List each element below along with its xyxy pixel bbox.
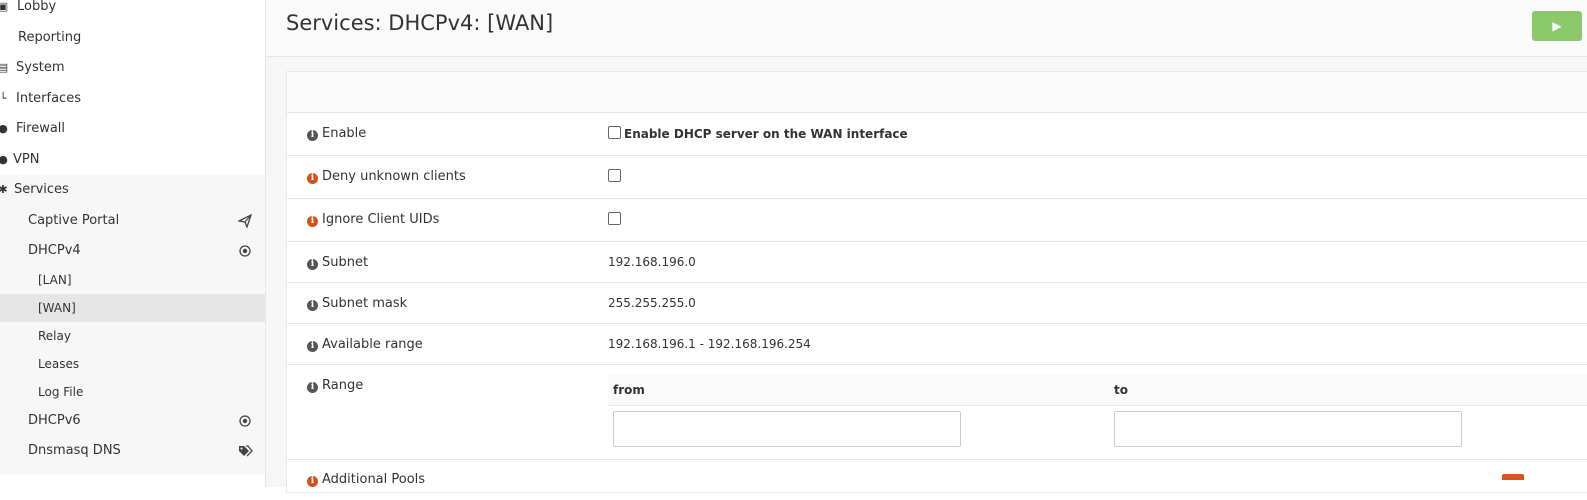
card-header [287, 72, 1587, 113]
sidebar-item-dhcpv4[interactable]: DHCPv4 [0, 236, 265, 266]
sidebar-subitem-leases[interactable]: Leases [0, 350, 265, 378]
sidebar-subitem-lan[interactable]: [LAN] [0, 266, 265, 294]
apply-button[interactable]: ▶ [1532, 11, 1582, 41]
info-icon[interactable]: i [307, 130, 318, 141]
sidebar-subitem-log-file[interactable]: Log File [0, 378, 265, 406]
row-additional-pools: i Additional Pools [287, 460, 1587, 500]
sidebar-item-vpn[interactable]: ● VPN [0, 145, 265, 175]
ignore-uids-checkbox[interactable] [608, 212, 621, 225]
sidebar-item-dnsmasq-dns[interactable]: Dnsmasq DNS [0, 436, 265, 466]
info-icon[interactable]: i [307, 476, 318, 487]
sidebar-item-reporting[interactable]: Reporting [0, 23, 265, 53]
subnet-mask-value: 255.255.255.0 [608, 296, 696, 310]
services-group: ✱ Services Captive Portal DHCPv4 [LAN] [… [0, 175, 265, 475]
sidebar-item-firewall[interactable]: ● Firewall [0, 114, 265, 144]
range-to-input[interactable] [1114, 411, 1462, 447]
main-content: i Enable Enable DHCP server on the WAN in… [266, 57, 1587, 493]
sidebar-item-dhcpv6[interactable]: DHCPv6 [0, 406, 265, 436]
play-icon: ▶ [1552, 19, 1562, 33]
laptop-icon: ▣ [0, 0, 9, 13]
enable-checkbox[interactable] [608, 126, 621, 139]
info-icon[interactable]: i [307, 216, 318, 227]
sidebar: ▣ Lobby Reporting ▤ System └ Interfaces … [0, 0, 266, 487]
page-title: Services: DHCPv4: [WAN] [286, 11, 554, 35]
paper-plane-icon [236, 206, 253, 240]
range-to-label: to [1114, 383, 1128, 397]
bullseye-icon [237, 236, 253, 269]
subnet-value: 192.168.196.0 [608, 255, 696, 269]
info-icon[interactable]: i [307, 259, 318, 270]
add-pool-button[interactable] [1502, 474, 1524, 480]
range-from-input[interactable] [613, 411, 961, 447]
bullseye-icon [237, 406, 253, 439]
range-header: from to [608, 375, 1587, 406]
globe-icon: ● [0, 153, 8, 166]
sidebar-item-services[interactable]: ✱ Services [0, 175, 265, 205]
available-range-value: 192.168.196.1 - 192.168.196.254 [608, 337, 811, 351]
range-from-label: from [613, 383, 645, 397]
server-icon: ▤ [0, 61, 9, 74]
row-available-range: i Available range 192.168.196.1 - 192.168… [287, 324, 1587, 365]
settings-card: i Enable Enable DHCP server on the WAN in… [286, 71, 1587, 493]
sitemap-icon: └ [0, 92, 7, 105]
enable-checkbox-label: Enable DHCP server on the WAN interface [624, 127, 908, 141]
row-enable: i Enable Enable DHCP server on the WAN in… [287, 113, 1587, 156]
gears-icon: ✱ [0, 183, 8, 196]
page-header: Services: DHCPv4: [WAN] ▶ [266, 0, 1587, 57]
sidebar-item-interfaces[interactable]: └ Interfaces [0, 84, 265, 114]
row-ignore-client-uids: i Ignore Client UIDs [287, 199, 1587, 242]
fire-icon: ● [0, 122, 8, 135]
info-icon[interactable]: i [307, 382, 318, 393]
sidebar-item-system[interactable]: ▤ System [0, 53, 265, 83]
row-subnet-mask: i Subnet mask 255.255.255.0 [287, 283, 1587, 324]
row-deny-unknown-clients: i Deny unknown clients [287, 156, 1587, 199]
info-icon[interactable]: i [307, 341, 318, 352]
tags-icon [237, 436, 253, 469]
sidebar-item-captive-portal[interactable]: Captive Portal [0, 206, 265, 236]
row-range: i Range from to [287, 365, 1587, 460]
sidebar-subitem-wan[interactable]: [WAN] [0, 294, 265, 322]
sidebar-item-lobby[interactable]: ▣ Lobby [0, 0, 265, 22]
row-subnet: i Subnet 192.168.196.0 [287, 242, 1587, 283]
info-icon[interactable]: i [307, 300, 318, 311]
sidebar-subitem-relay[interactable]: Relay [0, 322, 265, 350]
deny-unknown-checkbox[interactable] [608, 169, 621, 182]
info-icon[interactable]: i [307, 173, 318, 184]
